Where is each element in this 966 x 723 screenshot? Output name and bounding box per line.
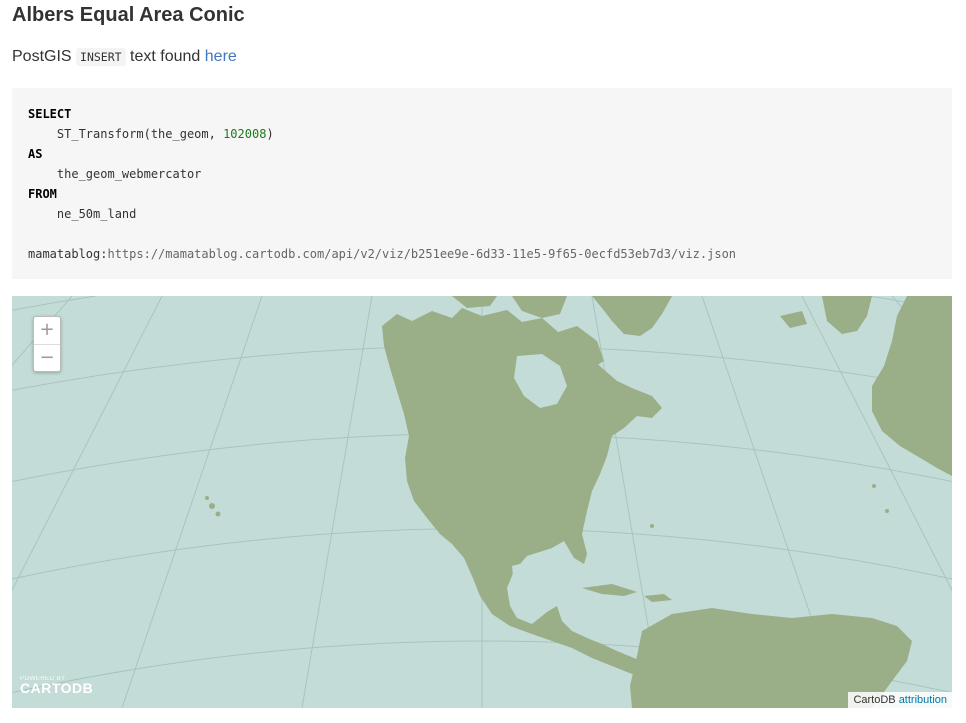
hawaii-island-3: [205, 496, 209, 500]
bermuda: [650, 524, 654, 528]
code-alias: the_geom_webmercator: [28, 167, 202, 181]
hawaii-island: [209, 503, 215, 509]
intro-middle: text found: [130, 48, 201, 65]
sql-code-block: SELECT ST_Transform(the_geom, 102008) AS…: [12, 88, 952, 279]
code-srid: 102008: [223, 127, 267, 141]
map-attribution: CartoDB attribution: [848, 692, 952, 708]
zoom-out-button[interactable]: −: [34, 344, 60, 371]
logo-powered: POWERED BY: [20, 676, 66, 682]
attribution-link[interactable]: attribution: [899, 694, 947, 706]
map-canvas[interactable]: [12, 296, 952, 708]
code-from: FROM: [28, 187, 57, 201]
intro-prefix: PostGIS: [12, 48, 72, 65]
code-viz-url: https://mamatablog.cartodb.com/api/v2/vi…: [107, 247, 737, 261]
map-view[interactable]: + − POWERED BY CARTODB CartoDB attributi…: [12, 296, 952, 708]
page-title: Albers Equal Area Conic: [12, 4, 245, 26]
canary: [885, 509, 889, 513]
here-link[interactable]: here: [205, 48, 237, 65]
code-table: ne_50m_land: [28, 207, 137, 221]
intro-text: PostGIS INSERT text found here: [12, 48, 237, 66]
code-viz-user: mamatablog: [28, 247, 101, 261]
zoom-in-button[interactable]: +: [34, 317, 60, 344]
code-select: SELECT: [28, 107, 72, 121]
code-as: AS: [28, 147, 43, 161]
cartodb-logo[interactable]: POWERED BY CARTODB: [20, 676, 94, 696]
logo-brand: CARTODB: [20, 680, 94, 696]
zoom-control: + −: [33, 316, 61, 372]
insert-code: INSERT: [76, 48, 126, 66]
azores: [872, 484, 876, 488]
code-transform-close: ): [266, 127, 274, 141]
hawaii-island-2: [215, 511, 221, 517]
code-transform: ST_Transform(the_geom,: [28, 127, 224, 141]
attribution-prefix: CartoDB: [853, 694, 896, 706]
